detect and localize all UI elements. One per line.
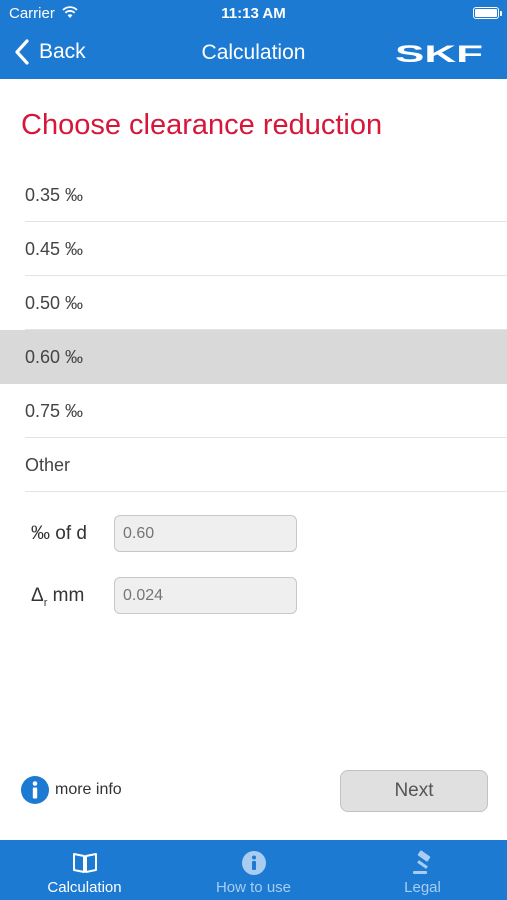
percent-of-d-label: ‰ of d bbox=[31, 523, 87, 544]
percent-of-d-row: ‰ of d bbox=[0, 515, 507, 553]
option-label: 0.45 ‰ bbox=[25, 238, 84, 259]
delta-r-label: Δr mm bbox=[31, 585, 84, 609]
tab-calculation[interactable]: Calculation bbox=[0, 840, 169, 900]
tab-bar: Calculation How to use Legal bbox=[0, 840, 507, 900]
option-label: Other bbox=[25, 454, 71, 475]
tab-label: Calculation bbox=[47, 879, 122, 896]
delta-unit: mm bbox=[52, 585, 85, 606]
gavel-icon bbox=[412, 850, 430, 874]
delta-r-field[interactable] bbox=[114, 577, 297, 614]
percent-of-d-field[interactable] bbox=[114, 515, 297, 552]
more-info-label: more info bbox=[55, 781, 122, 798]
book-icon bbox=[72, 853, 97, 873]
delta-symbol: Δ bbox=[31, 585, 44, 606]
info-icon bbox=[241, 851, 266, 875]
option-0-45[interactable]: 0.45 ‰ bbox=[0, 222, 507, 276]
option-label: 0.35 ‰ bbox=[25, 184, 84, 205]
option-other[interactable]: Other bbox=[0, 438, 507, 492]
tab-label: Legal bbox=[404, 879, 441, 896]
header: Carrier 11:13 AM Back Calculation SKF bbox=[0, 0, 507, 79]
status-bar: Carrier 11:13 AM bbox=[0, 0, 507, 28]
option-0-35[interactable]: 0.35 ‰ bbox=[0, 168, 507, 222]
info-icon bbox=[21, 776, 49, 804]
tab-label: How to use bbox=[215, 879, 292, 896]
option-label: 0.50 ‰ bbox=[25, 292, 84, 313]
more-info-link[interactable]: more info bbox=[21, 776, 122, 804]
section-heading: Choose clearance reduction bbox=[21, 109, 383, 141]
option-0-75[interactable]: 0.75 ‰ bbox=[0, 384, 507, 438]
option-0-60[interactable]: 0.60 ‰ bbox=[0, 330, 507, 384]
skf-logo: SKF bbox=[395, 42, 483, 64]
status-time: 11:13 AM bbox=[221, 5, 286, 22]
option-label: 0.75 ‰ bbox=[25, 400, 84, 421]
nav-bar: Back Calculation SKF bbox=[0, 28, 507, 79]
clearance-options-list: 0.35 ‰ 0.45 ‰ 0.50 ‰ 0.60 ‰ 0.75 ‰ Other bbox=[0, 168, 507, 492]
battery-icon bbox=[473, 7, 502, 19]
skf-logo-text: SKF bbox=[395, 42, 483, 64]
delta-r-row: Δr mm bbox=[0, 577, 507, 615]
tab-legal[interactable]: Legal bbox=[338, 840, 507, 900]
tab-how-to-use[interactable]: How to use bbox=[169, 840, 338, 900]
delta-subscript: r bbox=[43, 596, 48, 609]
option-label: 0.60 ‰ bbox=[25, 346, 84, 367]
next-button[interactable]: Next bbox=[340, 770, 488, 812]
option-0-50[interactable]: 0.50 ‰ bbox=[0, 276, 507, 330]
